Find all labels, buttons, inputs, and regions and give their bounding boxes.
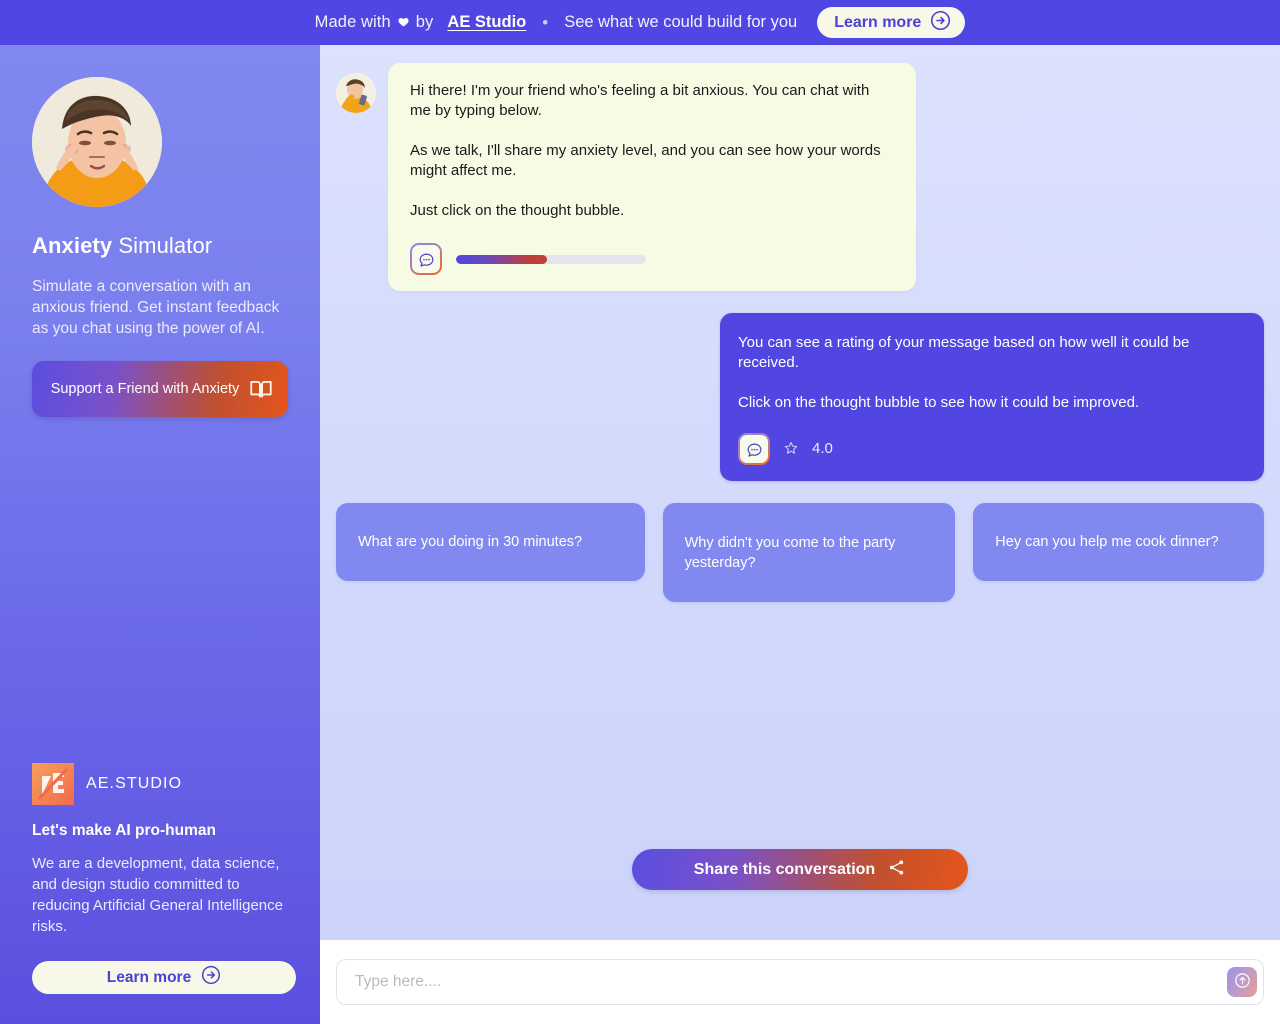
suggestion-chip[interactable]: What are you doing in 30 minutes?: [336, 503, 645, 581]
message-rating-value: 4.0: [812, 440, 833, 457]
composer-bar: [320, 940, 1280, 1024]
ae-studio-logo: [32, 763, 74, 805]
bot-message-bubble: Hi there! I'm your friend who's feeling …: [388, 63, 916, 291]
user-message-bubble: You can see a rating of your message bas…: [720, 313, 1264, 481]
thought-bubble-icon[interactable]: [410, 243, 442, 275]
user-message-row: You can see a rating of your message bas…: [336, 313, 1264, 481]
anxious-person-avatar: [32, 77, 162, 207]
promo-banner: Made with by AE Studio • See what we cou…: [0, 0, 1280, 45]
suggestion-chip[interactable]: Hey can you help me cook dinner?: [973, 503, 1264, 581]
circle-arrow-right-icon: [930, 10, 951, 36]
share-row: Share this conversation: [336, 849, 1264, 890]
composer-input-shell[interactable]: [336, 959, 1264, 1005]
app-root: Made with by AE Studio • See what we cou…: [0, 0, 1280, 1024]
page-title: Anxiety Simulator: [32, 233, 288, 259]
circle-arrow-right-icon: [201, 965, 221, 990]
share-conversation-label: Share this conversation: [693, 860, 876, 878]
brand-logo-row: AE.STUDIO: [32, 763, 288, 805]
anxiety-level-bar: [456, 254, 646, 264]
sidebar-description: Simulate a conversation with an anxious …: [32, 278, 280, 337]
banner-by-text: by: [415, 13, 434, 31]
support-friend-label: Support a Friend with Anxiety: [50, 381, 240, 397]
brand-description: We are a development, data science, and …: [32, 855, 283, 935]
banner-learn-more-label: Learn more: [834, 13, 922, 31]
message-input[interactable]: [355, 973, 1227, 991]
bot-message-paragraph: As we talk, I'll share my anxiety level,…: [410, 142, 881, 179]
user-message-paragraph: You can see a rating of your message bas…: [738, 334, 1190, 371]
user-rating-row: 4.0: [738, 433, 1246, 465]
bot-message-paragraph: Just click on the thought bubble.: [410, 202, 625, 219]
bot-message-paragraph: Hi there! I'm your friend who's feeling …: [410, 82, 870, 119]
brand-tagline: Let's make AI pro-human: [32, 822, 216, 839]
brand-name: AE.STUDIO: [86, 775, 183, 792]
support-friend-button[interactable]: Support a Friend with Anxiety: [32, 361, 288, 417]
ae-studio-link[interactable]: AE Studio: [447, 13, 526, 32]
send-up-arrow-icon: [1233, 971, 1252, 993]
page-title-bold: Anxiety: [32, 233, 113, 258]
sidebar: Anxiety Simulator Simulate a conversatio…: [0, 45, 320, 1024]
chat-messages-area[interactable]: Hi there! I'm your friend who's feeling …: [320, 45, 1280, 940]
bot-message-row: Hi there! I'm your friend who's feeling …: [336, 63, 1264, 291]
banner-tagline: See what we could build for you: [564, 13, 798, 31]
star-outline-icon: [783, 440, 799, 459]
banner-learn-more-button[interactable]: Learn more: [817, 7, 966, 38]
main-panel: Hi there! I'm your friend who's feeling …: [320, 45, 1280, 1024]
book-icon: [248, 376, 274, 402]
share-conversation-button[interactable]: Share this conversation: [632, 849, 968, 890]
body-row: Anxiety Simulator Simulate a conversatio…: [0, 45, 1280, 1024]
brand-learn-more-button[interactable]: Learn more: [32, 961, 296, 994]
send-message-button[interactable]: [1227, 967, 1257, 997]
user-message-paragraph: Click on the thought bubble to see how i…: [738, 394, 1140, 411]
brand-footer: AE.STUDIO Let's make AI pro-human We are…: [32, 763, 296, 1024]
banner-separator: •: [542, 13, 549, 32]
heart-icon: [397, 15, 410, 31]
friend-avatar: [336, 73, 376, 113]
banner-made-with-text: Made with: [314, 13, 391, 31]
suggestion-chip[interactable]: Why didn't you come to the party yesterd…: [662, 503, 956, 602]
brand-learn-more-label: Learn more: [106, 968, 192, 986]
bot-anxiety-row: [410, 243, 894, 275]
anxiety-level-fill: [456, 254, 548, 264]
share-icon: [887, 858, 906, 882]
suggestion-chips: What are you doing in 30 minutes? Why di…: [336, 503, 1264, 602]
thought-bubble-icon[interactable]: [738, 433, 770, 465]
page-title-rest: Simulator: [118, 233, 213, 258]
